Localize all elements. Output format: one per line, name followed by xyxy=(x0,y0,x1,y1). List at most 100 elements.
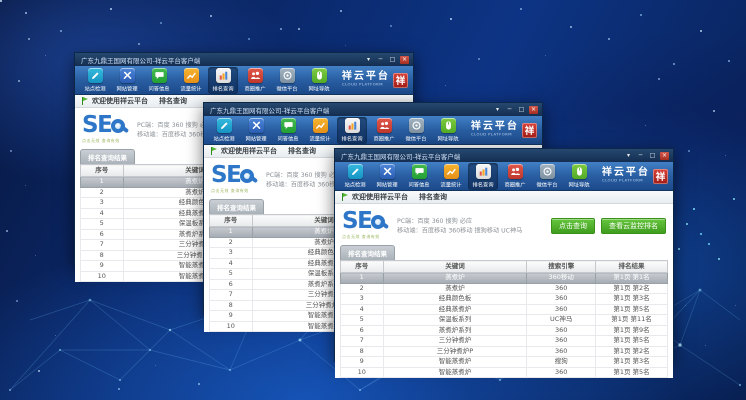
brand-subtitle: CLOUD PLATFORM xyxy=(602,179,643,183)
results-table-body: 1蒸煮炉360移动第1页 第1名2蒸煮炉360第1页 第2名3经典颜色板360第… xyxy=(341,273,668,378)
bar-chart-icon xyxy=(216,68,231,83)
toolbar-item-3[interactable]: 问答信息 xyxy=(273,117,303,144)
toolbar-item-4[interactable]: 流量统计 xyxy=(436,163,466,190)
toolbar-item-7[interactable]: 微信平台 xyxy=(532,163,562,190)
toolbar-item-2[interactable]: 网站管理 xyxy=(241,117,271,144)
skin-button[interactable]: ▾ xyxy=(624,152,633,160)
toolbar-item-6[interactable]: 商圈推广 xyxy=(369,117,399,144)
toolbar-item-8[interactable]: 网址导航 xyxy=(304,67,334,94)
welcome-page-label: 排名查询 xyxy=(288,146,316,156)
target-icon xyxy=(409,118,424,133)
table-row[interactable]: 1蒸煮炉360移动第1页 第1名 xyxy=(341,273,668,284)
maximize-button[interactable]: □ xyxy=(648,152,657,160)
seo-logo: SE 点击无效 查询有效 xyxy=(211,165,254,194)
cell-no: 10 xyxy=(341,367,384,378)
cell-no: 7 xyxy=(341,336,384,347)
table-header-row: 序号 关键词 搜索引擎 排名结果 xyxy=(341,261,668,273)
line-chart-icon xyxy=(313,118,328,133)
query-button[interactable]: 点击查询 xyxy=(551,218,595,234)
toolbar-item-4[interactable]: 流量统计 xyxy=(176,67,206,94)
cell-no: 8 xyxy=(210,300,253,311)
toolbar: 站点检测网站管理问答信息流量统计排名查询商圈推广微信平台网址导航 祥云平台 CL… xyxy=(75,66,413,95)
toolbar-item-6[interactable]: 商圈推广 xyxy=(240,67,270,94)
maximize-button[interactable]: □ xyxy=(517,106,526,114)
table-row[interactable]: 8三分钟煮炉P360第1页 第2名 xyxy=(341,346,668,357)
monitor-pencil-icon xyxy=(217,118,232,133)
table-row[interactable]: 2蒸煮炉360第1页 第2名 xyxy=(341,283,668,294)
toolbar-item-3[interactable]: 问答信息 xyxy=(404,163,434,190)
toolbar-item-label: 网址导航 xyxy=(308,85,329,93)
action-buttons: 点击查询 查看云监控排名 xyxy=(551,218,666,234)
window-titlebar[interactable]: 广东九鼎王国网有限公司-祥云平台客户端 ▾ ─ □ × xyxy=(335,149,673,162)
toolbar-item-6[interactable]: 商圈推广 xyxy=(500,163,530,190)
toolbar-item-4[interactable]: 流量统计 xyxy=(305,117,335,144)
toolbar-item-8[interactable]: 网址导航 xyxy=(564,163,594,190)
toolbar-item-7[interactable]: 微信平台 xyxy=(401,117,431,144)
content-area: SE 点击无效 查询有效 PC端：百度 360 搜狗 必应 移动端：百度移动 3… xyxy=(335,204,673,378)
toolbar-item-label: 商圈推广 xyxy=(373,135,394,143)
toolbar-items: 站点检测网站管理问答信息流量统计排名查询商圈推广微信平台 网址导航 xyxy=(340,162,594,190)
close-button[interactable]: × xyxy=(529,106,538,114)
toolbar: 站点检测网站管理问答信息流量统计排名查询商圈推广微信平台网址导航 祥云平台 CL… xyxy=(204,116,542,145)
close-button[interactable]: × xyxy=(400,56,409,64)
cell-engine: 360 xyxy=(527,367,596,378)
cell-engine: 360 xyxy=(527,294,596,305)
toolbar-item-1[interactable]: 站点检测 xyxy=(80,67,110,94)
engine-line-pc: PC端：百度 360 搜狗 必应 xyxy=(397,216,522,226)
toolbar-item-2[interactable]: 网站管理 xyxy=(372,163,402,190)
mouse-icon xyxy=(572,164,587,179)
cell-keyword: 保温板系列 xyxy=(383,315,527,326)
skin-button[interactable]: ▾ xyxy=(364,56,373,64)
toolbar-item-2[interactable]: 网站管理 xyxy=(112,67,142,94)
col-no: 序号 xyxy=(341,261,384,273)
minimize-button[interactable]: ─ xyxy=(505,106,514,114)
magnifier-icon xyxy=(371,215,385,229)
cell-no: 4 xyxy=(81,208,124,219)
window-titlebar[interactable]: 广东九鼎王国网有限公司-祥云平台客户端 ▾ ─ □ × xyxy=(75,53,413,66)
toolbar-item-5[interactable]: 排名查询 xyxy=(468,163,498,190)
results-tab[interactable]: 排名查询结果 xyxy=(340,245,395,260)
welcome-bar: 欢迎使用祥云平台 排名查询 xyxy=(335,191,673,204)
cell-no: 1 xyxy=(210,227,253,238)
toolbar-item-label: 微信平台 xyxy=(536,181,557,189)
minimize-button[interactable]: ─ xyxy=(636,152,645,160)
magnifier-icon xyxy=(240,169,254,183)
table-row[interactable]: 5保温板系列UC神马第1页 第11名 xyxy=(341,315,668,326)
table-row[interactable]: 6蒸煮炉系列360第1页 第9名 xyxy=(341,325,668,336)
monitor-pencil-icon xyxy=(88,68,103,83)
toolbar-item-8[interactable]: 网址导航 xyxy=(433,117,463,144)
cell-no: 7 xyxy=(210,290,253,301)
toolbar-items: 站点检测网站管理问答信息流量统计排名查询商圈推广微信平台网址导航 xyxy=(209,116,463,144)
toolbar-item-5[interactable]: 排名查询 xyxy=(337,117,367,144)
window-titlebar[interactable]: 广东九鼎王国网有限公司-祥云平台客户端 ▾ ─ □ × xyxy=(204,103,542,116)
view-cloud-rank-button[interactable]: 查看云监控排名 xyxy=(601,218,666,234)
cell-engine: UC神马 xyxy=(527,315,596,326)
minimize-button[interactable]: ─ xyxy=(376,56,385,64)
cell-no: 7 xyxy=(81,240,124,251)
toolbar-item-label: 问答信息 xyxy=(148,85,169,93)
close-button[interactable]: × xyxy=(660,152,669,160)
results-tab[interactable]: 排名查询结果 xyxy=(209,199,264,214)
toolbar-item-7[interactable]: 微信平台 xyxy=(272,67,302,94)
table-row[interactable]: 10智能蒸煮炉360第1页 第5名 xyxy=(341,367,668,378)
skin-button[interactable]: ▾ xyxy=(493,106,502,114)
cell-no: 4 xyxy=(341,304,384,315)
table-row[interactable]: 7三分钟煮炉360第1页 第5名 xyxy=(341,336,668,347)
results-tab[interactable]: 排名查询结果 xyxy=(80,149,135,164)
cell-no: 9 xyxy=(341,357,384,368)
table-row[interactable]: 3经典颜色板360第1页 第3名 xyxy=(341,294,668,305)
cell-keyword: 经典颜色板 xyxy=(383,294,527,305)
brand-subtitle: CLOUD PLATFORM xyxy=(471,133,512,137)
toolbar-item-5[interactable]: 排名查询 xyxy=(208,67,238,94)
maximize-button[interactable]: □ xyxy=(388,56,397,64)
toolbar-item-3[interactable]: 问答信息 xyxy=(144,67,174,94)
col-no: 序号 xyxy=(81,165,124,177)
toolbar-item-label: 流量统计 xyxy=(180,85,201,93)
table-row[interactable]: 4经典蒸煮炉360第1页 第5名 xyxy=(341,304,668,315)
seo-tagline: 点击无效 查询有效 xyxy=(82,138,120,143)
table-row[interactable]: 9智能蒸煮炉搜狗第1页 第3名 xyxy=(341,357,668,368)
toolbar-item-1[interactable]: 站点检测 xyxy=(340,163,370,190)
toolbar-item-1[interactable]: 站点检测 xyxy=(209,117,239,144)
target-icon xyxy=(280,68,295,83)
toolbar-item-label: 网址导航 xyxy=(568,181,589,189)
